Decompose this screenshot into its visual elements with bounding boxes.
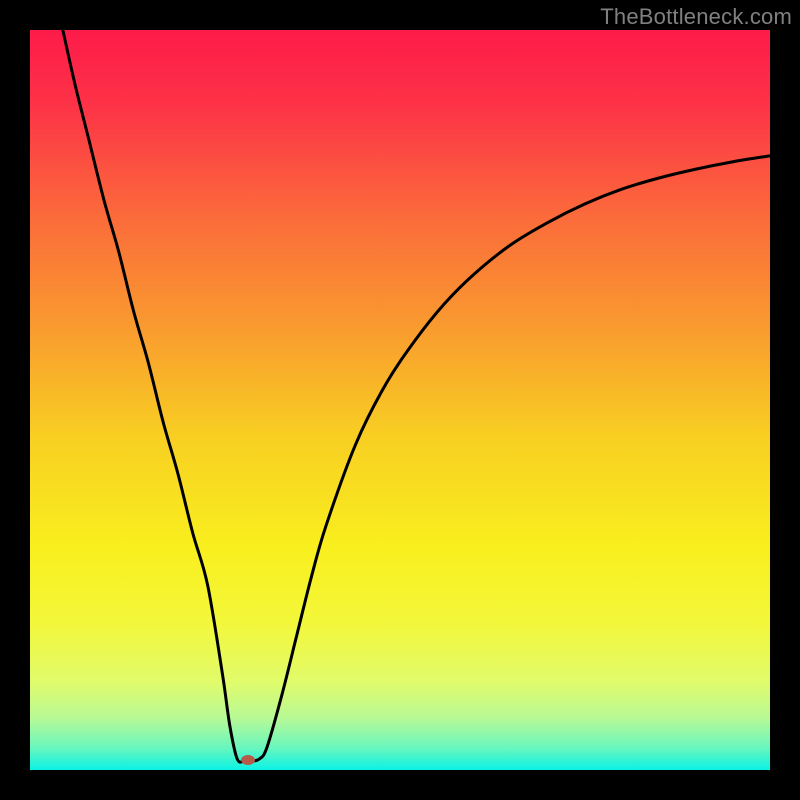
chart-frame: TheBottleneck.com: [0, 0, 800, 800]
watermark-text: TheBottleneck.com: [600, 4, 792, 30]
plot-area: [30, 30, 770, 770]
curve-layer: [30, 30, 770, 770]
bottleneck-curve: [60, 30, 770, 762]
optimum-marker: [241, 755, 255, 765]
